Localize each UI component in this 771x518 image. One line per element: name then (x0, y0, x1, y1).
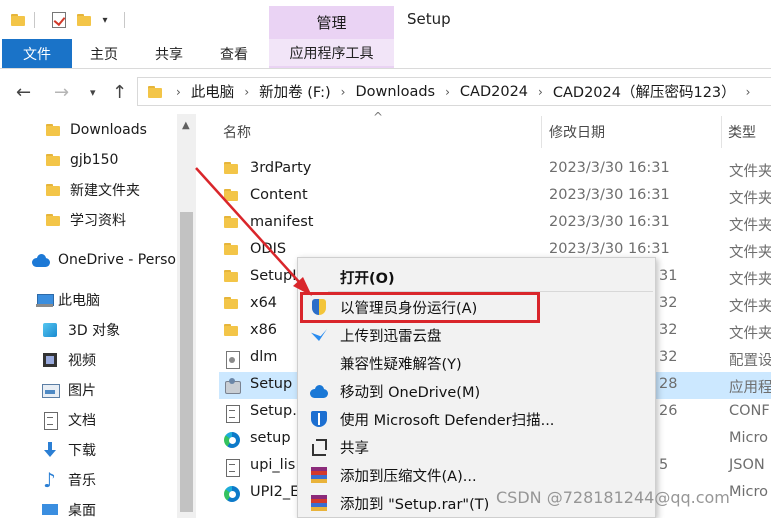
watermark: CSDN @728181244@qq.com (496, 488, 730, 507)
annotation-arrow (195, 167, 312, 296)
